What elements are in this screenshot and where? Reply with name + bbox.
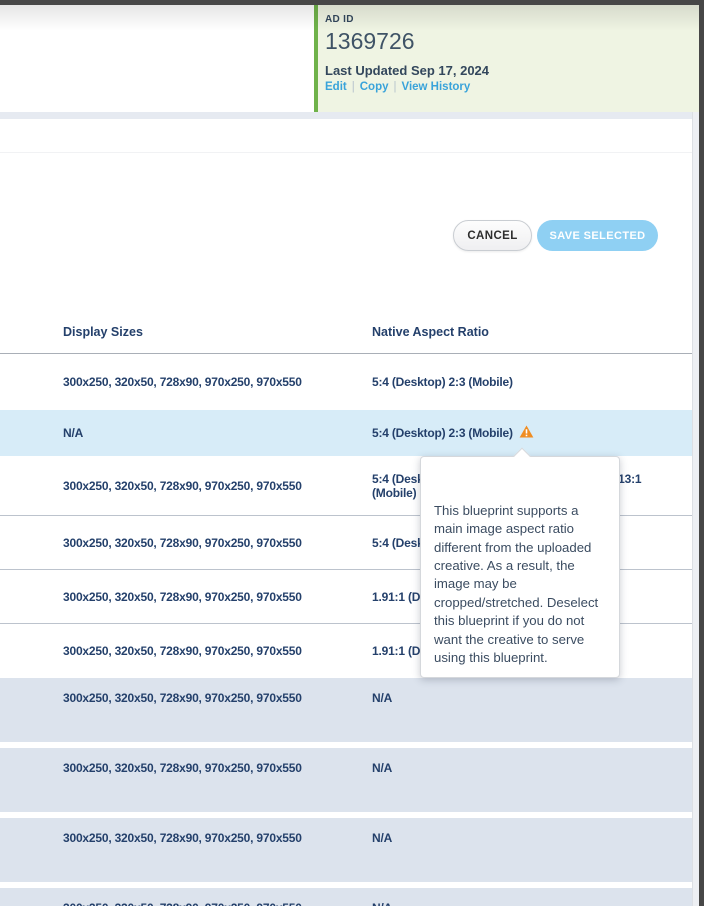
display-sizes-cell: 300x250, 320x50, 728x90, 970x250, 970x55… <box>63 691 363 705</box>
aspect-ratio-cell: N/A <box>372 901 684 906</box>
blueprint-selection-screen: AD ID 1369726 Last Updated Sep 17, 2024 … <box>0 0 704 906</box>
copy-link[interactable]: Copy <box>360 81 389 93</box>
section-divider-band <box>0 112 699 119</box>
page-right-edge <box>699 0 704 906</box>
view-history-link[interactable]: View History <box>401 81 470 93</box>
aspect-ratio-text: N/A <box>372 901 392 906</box>
blueprint-warning-tooltip: This blueprint supports a main image asp… <box>420 456 620 678</box>
edit-link[interactable]: Edit <box>325 81 347 93</box>
table-row[interactable]: N/A 5:4 (Desktop) 2:3 (Mobile) <box>0 410 692 456</box>
display-sizes-cell: N/A <box>63 426 363 440</box>
table-row[interactable]: 300x250, 320x50, 728x90, 970x250, 970x55… <box>0 818 692 882</box>
aspect-ratio-text: N/A <box>372 761 392 775</box>
aspect-ratio-text: 5:4 (Desktop) 2:3 (Mobile) <box>372 375 513 389</box>
display-sizes-cell: 300x250, 320x50, 728x90, 970x250, 970x55… <box>63 536 363 550</box>
display-sizes-cell: 300x250, 320x50, 728x90, 970x250, 970x55… <box>63 761 363 775</box>
ad-id-label: AD ID <box>325 14 699 25</box>
ad-action-links: Edit | Copy | View History <box>325 81 699 93</box>
display-sizes-cell: 300x250, 320x50, 728x90, 970x250, 970x55… <box>63 901 363 906</box>
save-selected-button[interactable]: SAVE SELECTED <box>537 220 658 251</box>
table-row[interactable]: 300x250, 320x50, 728x90, 970x250, 970x55… <box>0 888 692 906</box>
tooltip-text: This blueprint supports a main image asp… <box>434 503 598 665</box>
display-sizes-cell: 300x250, 320x50, 728x90, 970x250, 970x55… <box>63 590 363 604</box>
ad-id-value: 1369726 <box>325 28 699 55</box>
display-sizes-cell: 300x250, 320x50, 728x90, 970x250, 970x55… <box>63 375 363 389</box>
column-header-native-aspect-ratio: Native Aspect Ratio <box>372 325 489 339</box>
table-row[interactable]: 300x250, 320x50, 728x90, 970x250, 970x55… <box>0 678 692 742</box>
cancel-button[interactable]: CANCEL <box>453 220 532 251</box>
link-separator: | <box>352 81 355 93</box>
aspect-ratio-text: 5:4 (Desktop) 2:3 (Mobile) <box>372 426 513 440</box>
aspect-ratio-text: N/A <box>372 831 392 845</box>
display-sizes-cell: 300x250, 320x50, 728x90, 970x250, 970x55… <box>63 479 363 493</box>
aspect-ratio-cell: 5:4 (Desktop) 2:3 (Mobile) <box>372 426 684 440</box>
last-updated-text: Last Updated Sep 17, 2024 <box>325 63 699 78</box>
aspect-ratio-cell: N/A <box>372 831 684 845</box>
top-left-panel <box>0 5 314 112</box>
section-divider-line <box>0 152 692 153</box>
vertical-scrollbar-track[interactable] <box>692 112 699 906</box>
ad-info-panel: AD ID 1369726 Last Updated Sep 17, 2024 … <box>318 5 699 112</box>
column-header-display-sizes: Display Sizes <box>63 325 143 339</box>
page-top-edge <box>0 0 704 5</box>
table-row[interactable]: 300x250, 320x50, 728x90, 970x250, 970x55… <box>0 748 692 812</box>
aspect-ratio-cell: N/A <box>372 691 684 705</box>
display-sizes-cell: 300x250, 320x50, 728x90, 970x250, 970x55… <box>63 644 363 658</box>
aspect-ratio-text: N/A <box>372 691 392 705</box>
aspect-ratio-cell: N/A <box>372 761 684 775</box>
link-separator: | <box>393 81 396 93</box>
warning-icon[interactable] <box>519 425 534 438</box>
aspect-ratio-cell: 5:4 (Desktop) 2:3 (Mobile) <box>372 375 684 389</box>
display-sizes-cell: 300x250, 320x50, 728x90, 970x250, 970x55… <box>63 831 363 845</box>
table-row[interactable]: 300x250, 320x50, 728x90, 970x250, 970x55… <box>0 354 692 410</box>
